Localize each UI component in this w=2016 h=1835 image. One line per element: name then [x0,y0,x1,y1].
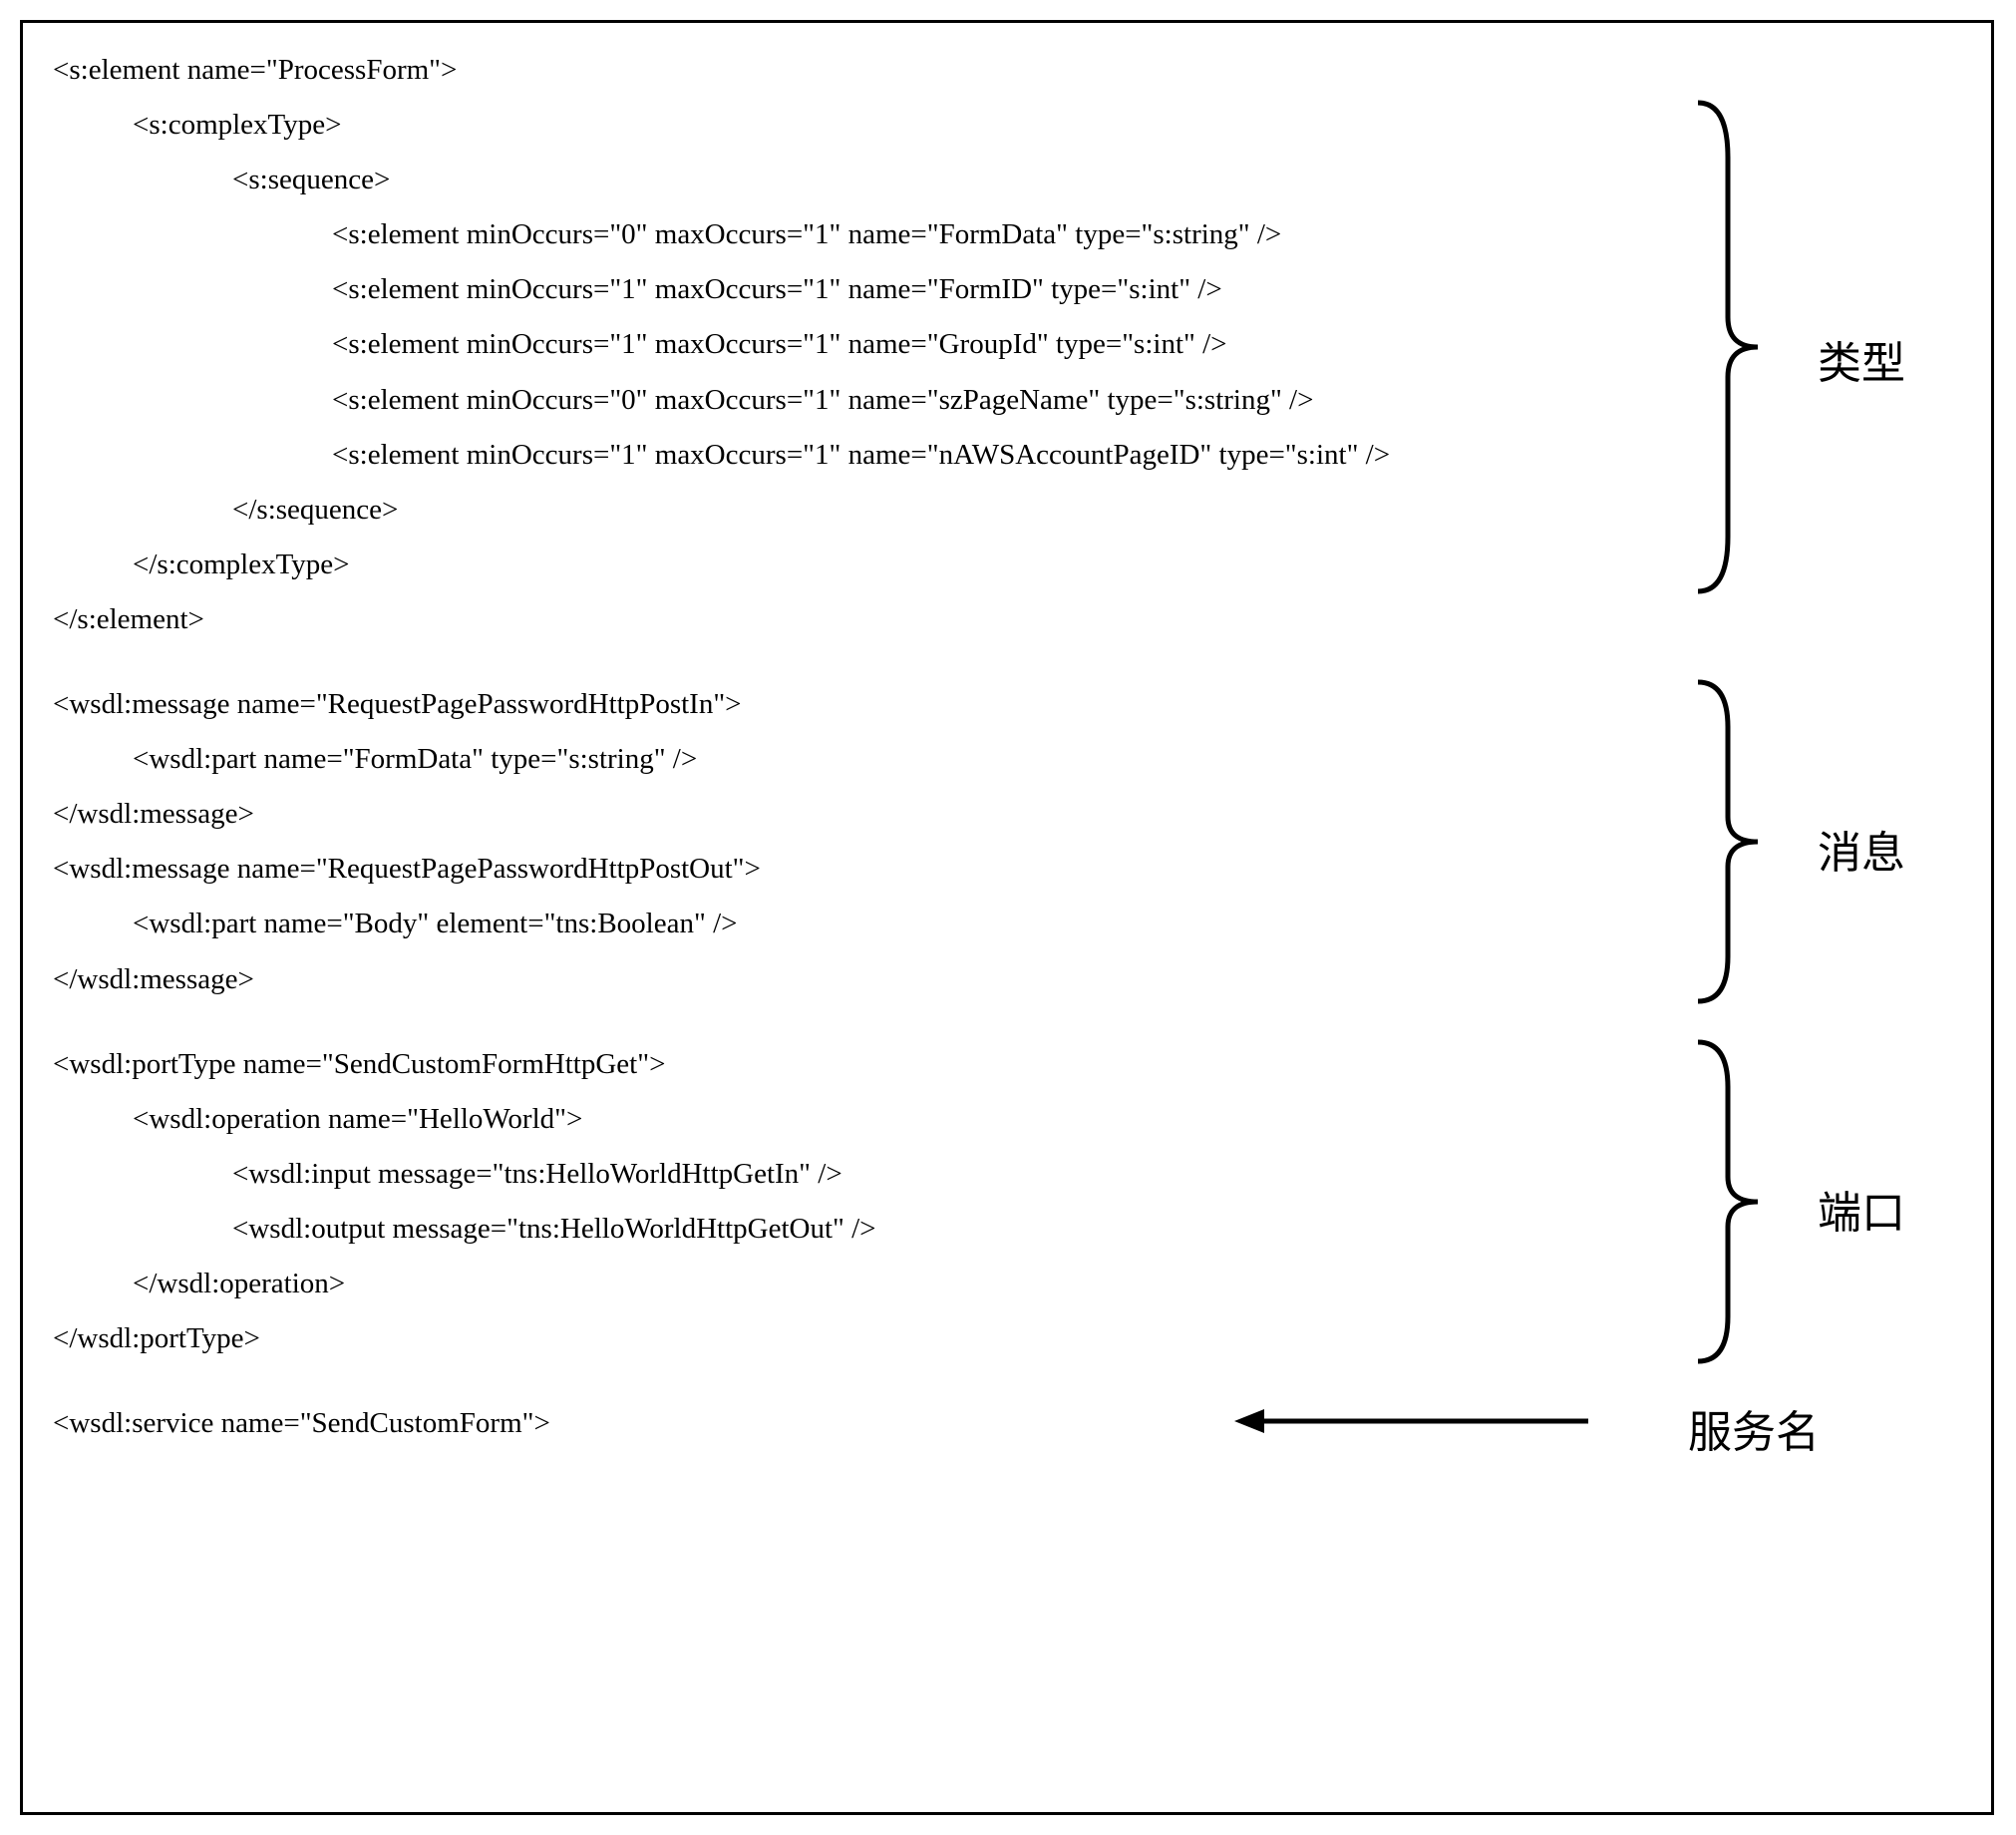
section-label-type: 类型 [1818,322,1905,406]
section-service: <wsdl:service name="SendCustomForm"> 服务名 [53,1396,1961,1451]
code-line: </s:complexType> [53,538,1961,592]
code-line: <s:element minOccurs="0" maxOccurs="1" n… [53,207,1961,262]
code-line: <wsdl:part name="FormData" type="s:strin… [53,732,1961,787]
document-frame: <s:element name="ProcessForm"> <s:comple… [20,20,1994,1815]
code-line: </wsdl:message> [53,787,1961,842]
section-label-service: 服务名 [1688,1391,1820,1475]
code-area: <s:element name="ProcessForm"> <s:comple… [53,43,1961,1451]
code-line: <s:element minOccurs="0" maxOccurs="1" n… [53,373,1961,428]
code-line: <wsdl:portType name="SendCustomFormHttpG… [53,1037,1961,1092]
code-line: <s:complexType> [53,98,1961,153]
section-label-port: 端口 [1818,1172,1905,1256]
section-port: <wsdl:portType name="SendCustomFormHttpG… [53,1037,1961,1367]
section-label-message: 消息 [1818,812,1905,896]
code-line: <wsdl:part name="Body" element="tns:Bool… [53,897,1961,951]
section-type: <s:element name="ProcessForm"> <s:comple… [53,43,1961,647]
code-line: <wsdl:operation name="HelloWorld"> [53,1092,1961,1147]
code-line: <wsdl:input message="tns:HelloWorldHttpG… [53,1147,1961,1202]
code-line: <s:sequence> [53,153,1961,207]
code-line: <wsdl:output message="tns:HelloWorldHttp… [53,1202,1961,1257]
code-line: </s:element> [53,592,1961,647]
code-line: <s:element minOccurs="1" maxOccurs="1" n… [53,428,1961,483]
code-line: </wsdl:portType> [53,1311,1961,1366]
code-line: <s:element name="ProcessForm"> [53,43,1961,98]
code-line: </wsdl:message> [53,952,1961,1007]
code-line: </s:sequence> [53,483,1961,538]
code-line: <wsdl:message name="RequestPagePasswordH… [53,842,1961,897]
code-line: <s:element minOccurs="1" maxOccurs="1" n… [53,262,1961,317]
section-message: <wsdl:message name="RequestPagePasswordH… [53,677,1961,1007]
code-line: </wsdl:operation> [53,1257,1961,1311]
code-line: <wsdl:message name="RequestPagePasswordH… [53,677,1961,732]
code-line: <s:element minOccurs="1" maxOccurs="1" n… [53,317,1961,372]
code-line: <wsdl:service name="SendCustomForm"> [53,1396,1961,1451]
